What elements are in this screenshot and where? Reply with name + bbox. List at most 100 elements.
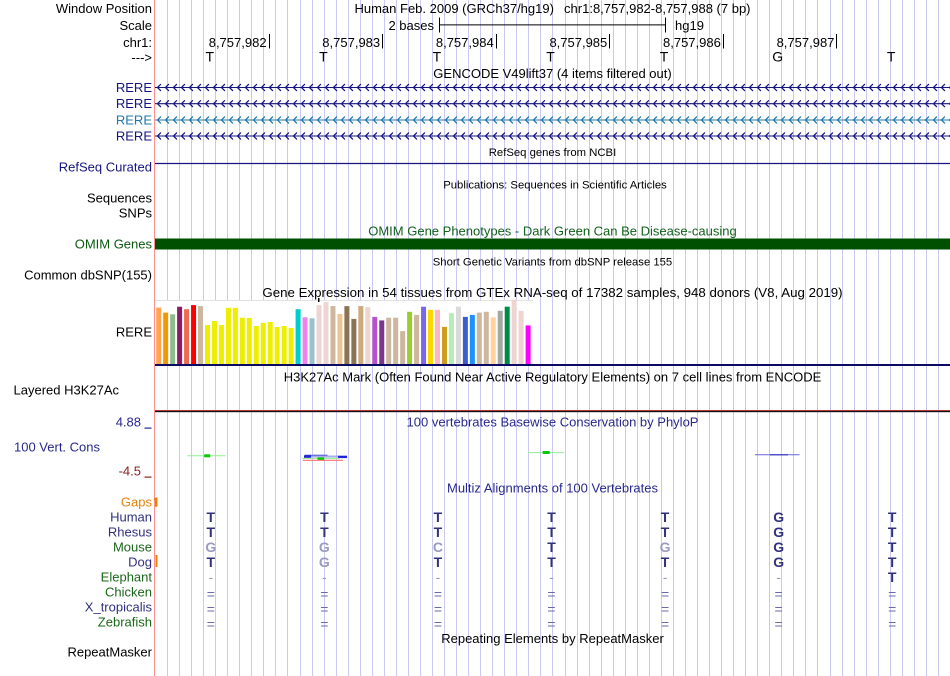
svg-text:=: =: [775, 601, 783, 617]
svg-text:T: T: [661, 524, 670, 540]
svg-text:RERE: RERE: [116, 113, 152, 128]
svg-text:T: T: [547, 509, 556, 525]
svg-text:4.88: 4.88: [116, 415, 141, 430]
svg-text:RERE: RERE: [116, 80, 152, 95]
svg-text:=: =: [547, 586, 555, 602]
svg-text:C: C: [433, 539, 443, 555]
svg-text:Human Feb. 2009 (GRCh37/hg19): Human Feb. 2009 (GRCh37/hg19) chr1:8,757…: [354, 1, 750, 16]
svg-text:=: =: [661, 601, 669, 617]
svg-text:Chicken: Chicken: [105, 585, 152, 600]
svg-text:=: =: [547, 616, 555, 632]
svg-text:8,757,986: 8,757,986: [663, 35, 721, 50]
svg-text:T: T: [319, 49, 328, 65]
svg-text:Gene Expression in 54 tissues: Gene Expression in 54 tissues from GTEx …: [262, 285, 842, 300]
svg-text:T: T: [433, 49, 442, 65]
svg-text:T: T: [207, 554, 216, 570]
svg-text:G: G: [205, 539, 216, 555]
svg-text:Sequences: Sequences: [87, 191, 153, 206]
svg-text:=: =: [434, 601, 442, 617]
svg-text:-4.5: -4.5: [119, 464, 141, 479]
svg-text:=: =: [207, 616, 215, 632]
svg-text:T: T: [547, 524, 556, 540]
svg-text:=: =: [434, 586, 442, 602]
svg-text:G: G: [319, 539, 330, 555]
svg-text:T: T: [660, 49, 669, 65]
svg-text:Multiz Alignments of 100 Verte: Multiz Alignments of 100 Vertebrates: [447, 481, 659, 496]
svg-text:Window Position: Window Position: [56, 1, 152, 16]
svg-text:Layered H3K27Ac: Layered H3K27Ac: [14, 383, 120, 398]
svg-text:T: T: [547, 539, 556, 555]
svg-text:X_tropicalis: X_tropicalis: [85, 600, 153, 615]
svg-text:G: G: [319, 554, 330, 570]
svg-text:8,757,982: 8,757,982: [209, 35, 267, 50]
svg-text:RERE: RERE: [116, 325, 152, 340]
svg-text:Zebrafish: Zebrafish: [98, 615, 152, 630]
svg-text:SNPs: SNPs: [119, 206, 153, 221]
svg-text:=: =: [547, 601, 555, 617]
svg-text:-: -: [549, 569, 554, 585]
svg-text:T: T: [434, 509, 443, 525]
svg-text:-: -: [208, 569, 213, 585]
svg-text:8,757,984: 8,757,984: [436, 35, 494, 50]
svg-text:T: T: [207, 509, 216, 525]
svg-text:=: =: [320, 616, 328, 632]
svg-text:chr1:: chr1:: [123, 35, 152, 50]
svg-text:=: =: [320, 601, 328, 617]
svg-text:=: =: [775, 616, 783, 632]
svg-text:=: =: [661, 616, 669, 632]
svg-text:100 Vert. Cons: 100 Vert. Cons: [14, 440, 100, 455]
svg-text:GENCODE V49lift37 (4 items fil: GENCODE V49lift37 (4 items filtered out): [433, 66, 671, 81]
svg-text:T: T: [887, 49, 896, 65]
svg-text:RefSeq genes from NCBI: RefSeq genes from NCBI: [489, 147, 616, 159]
svg-text:OMIM Gene Phenotypes - Dark Gr: OMIM Gene Phenotypes - Dark Green Can Be…: [368, 223, 737, 238]
svg-text:Repeating Elements by RepeatMa: Repeating Elements by RepeatMasker: [441, 631, 664, 646]
svg-text:8,757,985: 8,757,985: [549, 35, 607, 50]
svg-text:Elephant: Elephant: [101, 570, 153, 585]
svg-text:T: T: [434, 554, 443, 570]
svg-text:=: =: [888, 601, 896, 617]
svg-text:Scale: Scale: [119, 18, 152, 33]
svg-text:T: T: [547, 554, 556, 570]
svg-text:T: T: [888, 569, 897, 585]
svg-text:-: -: [663, 569, 668, 585]
svg-text:T: T: [661, 554, 670, 570]
svg-text:T: T: [320, 524, 329, 540]
svg-text:G: G: [773, 539, 784, 555]
svg-text:T: T: [320, 509, 329, 525]
svg-text:=: =: [888, 616, 896, 632]
svg-text:T: T: [888, 539, 897, 555]
svg-text:-: -: [436, 569, 441, 585]
svg-text:T: T: [661, 509, 670, 525]
svg-text:=: =: [775, 586, 783, 602]
svg-text:H3K27Ac Mark (Often Found Near: H3K27Ac Mark (Often Found Near Active Re…: [284, 370, 822, 385]
svg-text:G: G: [660, 539, 671, 555]
svg-text:T: T: [206, 49, 215, 65]
svg-text:=: =: [661, 586, 669, 602]
svg-text:2 bases: 2 bases: [388, 18, 434, 33]
svg-text:=: =: [207, 601, 215, 617]
svg-text:Rhesus: Rhesus: [108, 525, 153, 540]
svg-text:T: T: [434, 524, 443, 540]
svg-text:Gaps: Gaps: [121, 495, 153, 510]
svg-text:Dog: Dog: [128, 555, 152, 570]
svg-text:Short Genetic Variants from db: Short Genetic Variants from dbSNP releas…: [433, 256, 672, 268]
svg-text:8,757,987: 8,757,987: [777, 35, 835, 50]
svg-text:G: G: [773, 524, 784, 540]
svg-text:-: -: [322, 569, 327, 585]
svg-text:T: T: [207, 524, 216, 540]
svg-text:OMIM Genes: OMIM Genes: [75, 237, 153, 252]
svg-text:T: T: [546, 49, 555, 65]
svg-text:G: G: [772, 49, 783, 65]
svg-text:=: =: [320, 586, 328, 602]
svg-text:G: G: [773, 509, 784, 525]
svg-text:=: =: [888, 586, 896, 602]
svg-text:RERE: RERE: [116, 129, 152, 144]
svg-text:G: G: [773, 554, 784, 570]
svg-text:Human: Human: [110, 510, 152, 525]
svg-text:RepeatMasker: RepeatMasker: [67, 645, 152, 660]
svg-text:8,757,983: 8,757,983: [322, 35, 380, 50]
svg-text:RERE: RERE: [116, 96, 152, 111]
svg-text:hg19: hg19: [675, 18, 704, 33]
svg-text:=: =: [434, 616, 442, 632]
svg-text:T: T: [888, 554, 897, 570]
